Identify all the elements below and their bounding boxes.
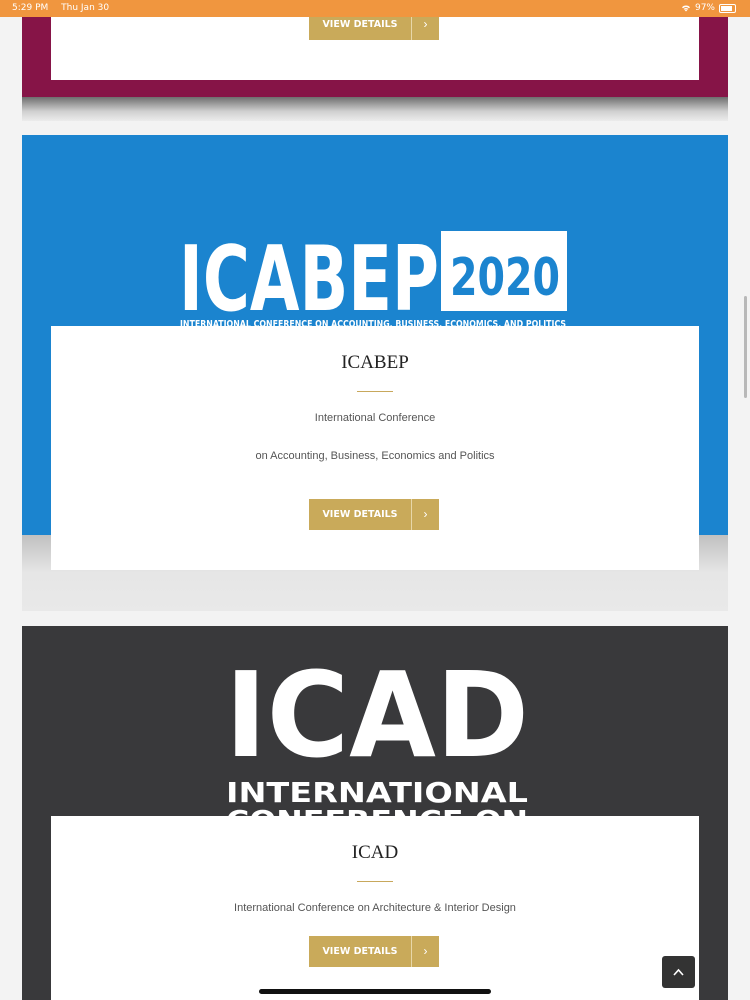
card-panel: ICABEP International Conference on Accou…: [51, 326, 699, 570]
status-bar: 5:29 PM Thu Jan 30 97%: [0, 0, 750, 17]
view-details-label: VIEW DETAILS: [322, 946, 398, 957]
card-description-line1: International Conference on Architecture…: [234, 902, 516, 914]
logo-main: ICABEP: [179, 227, 439, 332]
logo-main: ICAD: [225, 646, 529, 784]
card-description-line1: International Conference: [314, 412, 436, 424]
title-divider: [357, 391, 393, 392]
chevron-right-icon: ›: [423, 507, 428, 521]
view-details-button[interactable]: VIEW DETAILS ›: [309, 936, 439, 967]
conference-card-icabep: ICABEP 2020 INTERNATIONAL CONFERENCE ON …: [22, 135, 728, 611]
conference-card: VIEW DETAILS ›: [22, 0, 728, 121]
logo-year: 2020: [450, 248, 560, 308]
card-title: ICAD: [351, 842, 399, 863]
chevron-right-icon: ›: [423, 944, 428, 958]
view-details-label: VIEW DETAILS: [322, 509, 398, 520]
wifi-icon: [681, 5, 690, 12]
battery-icon: [719, 3, 736, 13]
chevron-up-icon: [673, 968, 684, 976]
battery-percent: 97%: [694, 3, 715, 13]
card-panel: ICAD International Conference on Archite…: [51, 816, 699, 1000]
card-description-line2: on Accounting, Business, Economics and P…: [255, 450, 495, 462]
card-title: ICABEP: [341, 352, 409, 373]
status-date: Thu Jan 30: [61, 3, 110, 13]
scroll-to-top-button[interactable]: [662, 956, 695, 988]
status-time: 5:29 PM: [12, 3, 49, 13]
conference-card-icad: ICAD INTERNATIONAL CONFERENCE ON ICAD In…: [22, 626, 728, 1000]
scrollbar[interactable]: [744, 296, 747, 398]
view-details-button[interactable]: VIEW DETAILS ›: [309, 499, 439, 530]
icad-logo: ICAD INTERNATIONAL CONFERENCE ON: [225, 646, 529, 837]
home-indicator[interactable]: [259, 989, 491, 994]
title-divider: [357, 881, 393, 882]
